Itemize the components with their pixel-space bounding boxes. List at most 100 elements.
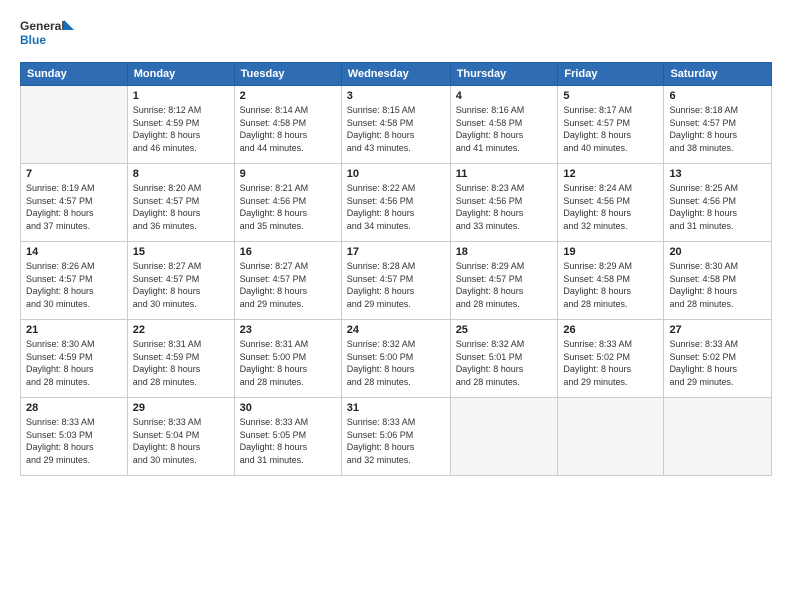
calendar-cell	[450, 398, 558, 476]
day-number: 30	[240, 402, 336, 414]
day-number: 5	[563, 90, 658, 102]
calendar-cell: 12 Sunrise: 8:24 AM Sunset: 4:56 PM Dayli…	[558, 164, 664, 242]
day-number: 13	[669, 168, 766, 180]
calendar-cell: 14 Sunrise: 8:26 AM Sunset: 4:57 PM Dayli…	[21, 242, 128, 320]
day-number: 26	[563, 324, 658, 336]
day-info: Sunrise: 8:33 AM Sunset: 5:02 PM Dayligh…	[669, 338, 766, 388]
page: General Blue SundayMondayTuesdayWednesda…	[0, 0, 792, 612]
day-info: Sunrise: 8:30 AM Sunset: 4:58 PM Dayligh…	[669, 260, 766, 310]
weekday-header-row: SundayMondayTuesdayWednesdayThursdayFrid…	[21, 63, 772, 86]
day-info: Sunrise: 8:29 AM Sunset: 4:58 PM Dayligh…	[563, 260, 658, 310]
calendar-cell: 16 Sunrise: 8:27 AM Sunset: 4:57 PM Dayli…	[234, 242, 341, 320]
calendar-cell: 9 Sunrise: 8:21 AM Sunset: 4:56 PM Daylig…	[234, 164, 341, 242]
calendar-cell: 23 Sunrise: 8:31 AM Sunset: 5:00 PM Dayli…	[234, 320, 341, 398]
calendar-cell: 26Sunrise: 8:33 AM Sunset: 5:02 PM Dayli…	[558, 320, 664, 398]
calendar-cell	[21, 86, 128, 164]
svg-text:General: General	[20, 19, 65, 33]
weekday-header-monday: Monday	[127, 63, 234, 86]
day-number: 31	[347, 402, 445, 414]
calendar-cell: 22 Sunrise: 8:31 AM Sunset: 4:59 PM Dayli…	[127, 320, 234, 398]
week-row-4: 21Sunrise: 8:30 AM Sunset: 4:59 PM Dayli…	[21, 320, 772, 398]
weekday-header-wednesday: Wednesday	[341, 63, 450, 86]
day-info: Sunrise: 8:26 AM Sunset: 4:57 PM Dayligh…	[26, 260, 122, 310]
day-info: Sunrise: 8:12 AM Sunset: 4:59 PM Dayligh…	[133, 104, 229, 154]
calendar-cell: 11 Sunrise: 8:23 AM Sunset: 4:56 PM Dayli…	[450, 164, 558, 242]
day-number: 17	[347, 246, 445, 258]
logo-svg: General Blue	[20, 16, 75, 52]
calendar-cell: 6Sunrise: 8:18 AM Sunset: 4:57 PM Daylig…	[664, 86, 772, 164]
calendar-cell: 8 Sunrise: 8:20 AM Sunset: 4:57 PM Daylig…	[127, 164, 234, 242]
day-info: Sunrise: 8:25 AM Sunset: 4:56 PM Dayligh…	[669, 182, 766, 232]
day-number: 14	[26, 246, 122, 258]
day-info: Sunrise: 8:33 AM Sunset: 5:03 PM Dayligh…	[26, 416, 122, 466]
day-number: 2	[240, 90, 336, 102]
calendar-cell	[558, 398, 664, 476]
day-info: Sunrise: 8:21 AM Sunset: 4:56 PM Dayligh…	[240, 182, 336, 232]
weekday-header-tuesday: Tuesday	[234, 63, 341, 86]
calendar-cell: 28 Sunrise: 8:33 AM Sunset: 5:03 PM Dayli…	[21, 398, 128, 476]
day-number: 12	[563, 168, 658, 180]
week-row-5: 28 Sunrise: 8:33 AM Sunset: 5:03 PM Dayli…	[21, 398, 772, 476]
calendar-cell: 15Sunrise: 8:27 AM Sunset: 4:57 PM Dayli…	[127, 242, 234, 320]
day-info: Sunrise: 8:17 AM Sunset: 4:57 PM Dayligh…	[563, 104, 658, 154]
day-number: 11	[456, 168, 553, 180]
day-info: Sunrise: 8:27 AM Sunset: 4:57 PM Dayligh…	[240, 260, 336, 310]
day-info: Sunrise: 8:33 AM Sunset: 5:05 PM Dayligh…	[240, 416, 336, 466]
day-number: 6	[669, 90, 766, 102]
calendar-cell: 30 Sunrise: 8:33 AM Sunset: 5:05 PM Dayli…	[234, 398, 341, 476]
day-number: 29	[133, 402, 229, 414]
day-info: Sunrise: 8:33 AM Sunset: 5:06 PM Dayligh…	[347, 416, 445, 466]
calendar-cell: 3 Sunrise: 8:15 AM Sunset: 4:58 PM Daylig…	[341, 86, 450, 164]
calendar-cell: 2 Sunrise: 8:14 AM Sunset: 4:58 PM Daylig…	[234, 86, 341, 164]
week-row-1: 1 Sunrise: 8:12 AM Sunset: 4:59 PM Daylig…	[21, 86, 772, 164]
weekday-header-sunday: Sunday	[21, 63, 128, 86]
day-info: Sunrise: 8:16 AM Sunset: 4:58 PM Dayligh…	[456, 104, 553, 154]
day-number: 4	[456, 90, 553, 102]
day-number: 28	[26, 402, 122, 414]
calendar-cell: 1 Sunrise: 8:12 AM Sunset: 4:59 PM Daylig…	[127, 86, 234, 164]
day-number: 23	[240, 324, 336, 336]
calendar-cell: 27Sunrise: 8:33 AM Sunset: 5:02 PM Dayli…	[664, 320, 772, 398]
day-number: 3	[347, 90, 445, 102]
day-number: 15	[133, 246, 229, 258]
day-info: Sunrise: 8:32 AM Sunset: 5:01 PM Dayligh…	[456, 338, 553, 388]
calendar-cell: 7 Sunrise: 8:19 AM Sunset: 4:57 PM Daylig…	[21, 164, 128, 242]
weekday-header-thursday: Thursday	[450, 63, 558, 86]
day-number: 22	[133, 324, 229, 336]
day-info: Sunrise: 8:19 AM Sunset: 4:57 PM Dayligh…	[26, 182, 122, 232]
day-info: Sunrise: 8:24 AM Sunset: 4:56 PM Dayligh…	[563, 182, 658, 232]
day-info: Sunrise: 8:32 AM Sunset: 5:00 PM Dayligh…	[347, 338, 445, 388]
logo: General Blue	[20, 16, 75, 52]
day-number: 9	[240, 168, 336, 180]
day-number: 19	[563, 246, 658, 258]
day-info: Sunrise: 8:29 AM Sunset: 4:57 PM Dayligh…	[456, 260, 553, 310]
calendar-cell: 29 Sunrise: 8:33 AM Sunset: 5:04 PM Dayli…	[127, 398, 234, 476]
calendar-cell	[664, 398, 772, 476]
day-info: Sunrise: 8:20 AM Sunset: 4:57 PM Dayligh…	[133, 182, 229, 232]
day-info: Sunrise: 8:14 AM Sunset: 4:58 PM Dayligh…	[240, 104, 336, 154]
svg-text:Blue: Blue	[20, 33, 46, 47]
day-number: 1	[133, 90, 229, 102]
calendar-cell: 18Sunrise: 8:29 AM Sunset: 4:57 PM Dayli…	[450, 242, 558, 320]
day-number: 10	[347, 168, 445, 180]
calendar-cell: 13 Sunrise: 8:25 AM Sunset: 4:56 PM Dayli…	[664, 164, 772, 242]
day-info: Sunrise: 8:31 AM Sunset: 4:59 PM Dayligh…	[133, 338, 229, 388]
calendar-table: SundayMondayTuesdayWednesdayThursdayFrid…	[20, 62, 772, 476]
day-info: Sunrise: 8:15 AM Sunset: 4:58 PM Dayligh…	[347, 104, 445, 154]
day-number: 8	[133, 168, 229, 180]
day-info: Sunrise: 8:33 AM Sunset: 5:04 PM Dayligh…	[133, 416, 229, 466]
day-number: 16	[240, 246, 336, 258]
day-info: Sunrise: 8:23 AM Sunset: 4:56 PM Dayligh…	[456, 182, 553, 232]
calendar-cell: 24 Sunrise: 8:32 AM Sunset: 5:00 PM Dayli…	[341, 320, 450, 398]
day-number: 7	[26, 168, 122, 180]
day-info: Sunrise: 8:28 AM Sunset: 4:57 PM Dayligh…	[347, 260, 445, 310]
day-number: 24	[347, 324, 445, 336]
calendar-cell: 5 Sunrise: 8:17 AM Sunset: 4:57 PM Daylig…	[558, 86, 664, 164]
day-info: Sunrise: 8:22 AM Sunset: 4:56 PM Dayligh…	[347, 182, 445, 232]
calendar-cell: 25Sunrise: 8:32 AM Sunset: 5:01 PM Dayli…	[450, 320, 558, 398]
calendar-cell: 20Sunrise: 8:30 AM Sunset: 4:58 PM Dayli…	[664, 242, 772, 320]
calendar-cell: 31 Sunrise: 8:33 AM Sunset: 5:06 PM Dayli…	[341, 398, 450, 476]
week-row-3: 14 Sunrise: 8:26 AM Sunset: 4:57 PM Dayli…	[21, 242, 772, 320]
calendar-cell: 19 Sunrise: 8:29 AM Sunset: 4:58 PM Dayli…	[558, 242, 664, 320]
day-info: Sunrise: 8:31 AM Sunset: 5:00 PM Dayligh…	[240, 338, 336, 388]
